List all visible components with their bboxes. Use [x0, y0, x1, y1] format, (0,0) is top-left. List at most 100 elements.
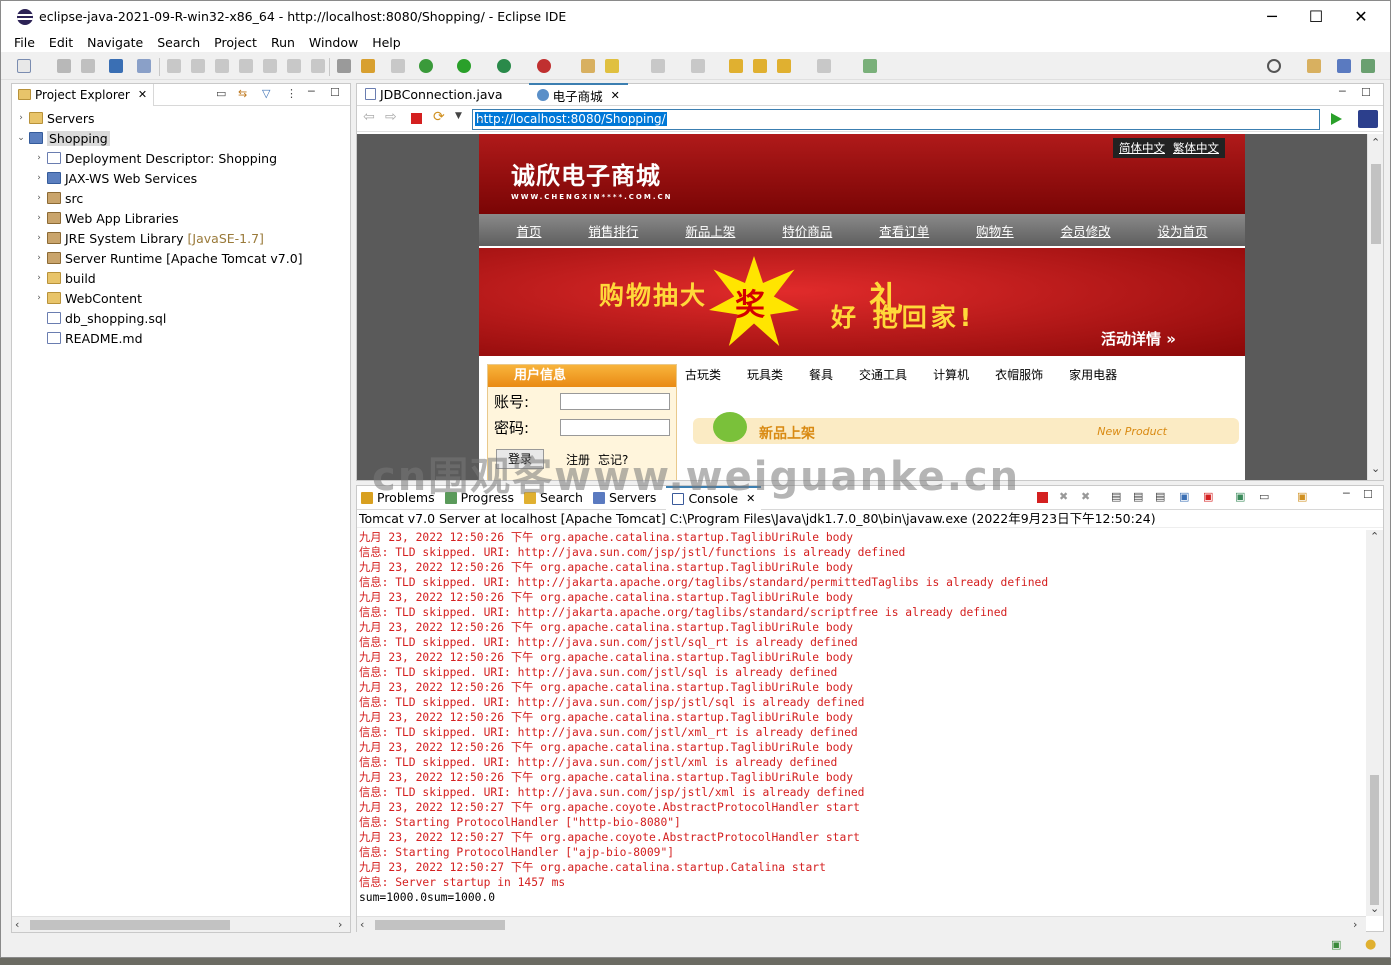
menu-run[interactable]: Run [264, 35, 302, 50]
category-computer[interactable]: 计算机 [933, 366, 969, 383]
tree-item[interactable]: › JRE System Library [JavaSE-1.7] [12, 228, 350, 248]
menu-edit[interactable]: Edit [42, 35, 80, 50]
minimize-view-icon[interactable]: ─ [1343, 487, 1350, 500]
tree-item[interactable]: › build [12, 268, 350, 288]
tree-item[interactable]: › Deployment Descriptor: Shopping [12, 148, 350, 168]
tab-problems[interactable]: Problems [361, 490, 435, 505]
open-type-icon[interactable] [581, 59, 595, 73]
step-into-icon[interactable] [263, 59, 277, 73]
console-vertical-scrollbar[interactable]: ⌃ ⌄ [1366, 530, 1383, 916]
scroll-lock-icon[interactable]: ▤ [1133, 490, 1143, 503]
nav-ranking[interactable]: 销售排行 [588, 221, 638, 240]
url-input[interactable]: http://localhost:8080/Shopping/ ⌄ [472, 109, 1320, 130]
browser-vertical-scrollbar[interactable]: ⌃ ⌄ [1367, 134, 1383, 480]
java-perspective-icon[interactable] [1337, 59, 1351, 73]
account-input[interactable] [560, 393, 670, 410]
category-antique[interactable]: 古玩类 [685, 366, 721, 383]
filter-icon[interactable]: ▽ [262, 87, 270, 100]
tab-jdbconnection[interactable]: JDBConnection.java [357, 83, 511, 105]
tree-item[interactable]: › Servers [12, 108, 350, 128]
menu-search[interactable]: Search [150, 35, 207, 50]
pen-icon[interactable] [391, 59, 405, 73]
stop-icon[interactable] [411, 113, 422, 124]
open-console-icon[interactable]: ▣ [1297, 490, 1307, 503]
word-wrap-icon[interactable]: ▤ [1155, 490, 1165, 503]
forward-disabled-icon[interactable] [817, 59, 831, 73]
minimize-view-icon[interactable]: ─ [308, 85, 315, 98]
forward-icon[interactable] [777, 59, 791, 73]
expand-arrow-icon[interactable]: › [34, 233, 44, 243]
project-explorer-tab[interactable]: Project Explorer ✕ [12, 83, 155, 106]
collapse-all-icon[interactable]: ▭ [216, 87, 226, 100]
resume-icon[interactable] [167, 59, 181, 73]
step-over-icon[interactable] [287, 59, 301, 73]
close-icon[interactable]: ✕ [611, 89, 620, 102]
tree-item[interactable]: › src [12, 188, 350, 208]
clear-console-icon[interactable]: ▤ [1111, 490, 1121, 503]
prev-annotation-icon[interactable] [691, 59, 705, 73]
next-annotation-icon[interactable] [651, 59, 665, 73]
view-menu-icon[interactable]: ⋮ [286, 87, 297, 100]
maximize-view-icon[interactable]: ☐ [1363, 488, 1373, 501]
register-link[interactable]: 注册 [566, 451, 590, 468]
expand-arrow-icon[interactable]: › [34, 253, 44, 263]
close-icon[interactable]: ✕ [138, 88, 147, 101]
category-tableware[interactable]: 餐具 [809, 366, 833, 383]
tip-lightbulb-icon[interactable]: ● [1365, 937, 1376, 952]
external-tools-icon[interactable] [537, 59, 551, 73]
nav-special[interactable]: 特价商品 [782, 221, 832, 240]
display-console-icon[interactable]: ▭ [1259, 490, 1269, 503]
promo-banner[interactable]: 购物抽大 奖 好 抱回家! 礼 活动详情 » [479, 248, 1245, 356]
tree-item[interactable]: README.md [12, 328, 350, 348]
new-icon[interactable] [17, 59, 31, 73]
maximize-button[interactable]: ☐ [1293, 1, 1339, 32]
password-input[interactable] [560, 419, 670, 436]
show-stderr-icon[interactable]: ▣ [1203, 490, 1213, 503]
lang-simplified-link[interactable]: 简体中文 [1119, 140, 1165, 156]
back-icon[interactable] [753, 59, 767, 73]
tree-item[interactable]: › Server Runtime [Apache Tomcat v7.0] [12, 248, 350, 268]
category-toys[interactable]: 玩具类 [747, 366, 783, 383]
menu-project[interactable]: Project [207, 35, 264, 50]
minimize-button[interactable]: ─ [1249, 1, 1295, 32]
use-step-filters-icon[interactable] [361, 59, 375, 73]
minimize-view-icon[interactable]: ─ [1339, 85, 1346, 98]
menu-navigate[interactable]: Navigate [80, 35, 150, 50]
login-button[interactable]: 登录 [496, 449, 544, 469]
tree-item[interactable]: ⌄ Shopping [12, 128, 350, 148]
nav-member[interactable]: 会员修改 [1061, 221, 1111, 240]
tab-browser[interactable]: 电子商城 ✕ [528, 83, 628, 105]
nav-home[interactable]: 首页 [516, 221, 541, 240]
remove-launch-icon[interactable]: ✖ [1059, 490, 1068, 503]
remove-all-icon[interactable]: ✖ [1081, 490, 1090, 503]
lang-traditional-link[interactable]: 繁体中文 [1173, 140, 1219, 156]
tree-item[interactable]: › JAX-WS Web Services [12, 168, 350, 188]
expand-arrow-icon[interactable]: › [34, 153, 44, 163]
terminate-icon[interactable] [215, 59, 229, 73]
show-stdout-icon[interactable]: ▣ [1179, 490, 1189, 503]
menu-file[interactable]: File [7, 35, 42, 50]
open-perspective-icon[interactable] [1307, 59, 1321, 73]
expand-arrow-icon[interactable]: › [34, 173, 44, 183]
promo-details-link[interactable]: 活动详情 » [1101, 328, 1176, 349]
debug-icon[interactable] [419, 59, 433, 73]
nav-set-home[interactable]: 设为首页 [1158, 221, 1208, 240]
url-dropdown-icon[interactable]: ⌄ [475, 113, 1315, 124]
coverage-icon[interactable] [497, 59, 511, 73]
close-icon[interactable]: ✕ [746, 492, 755, 505]
maximize-view-icon[interactable]: ☐ [1361, 86, 1371, 99]
disconnect-icon[interactable] [239, 59, 253, 73]
expand-arrow-icon[interactable]: › [34, 213, 44, 223]
nav-cart[interactable]: 购物车 [976, 221, 1014, 240]
category-transport[interactable]: 交通工具 [859, 366, 907, 383]
scroll-thumb[interactable] [1371, 164, 1381, 244]
forward-arrow-icon[interactable]: ⇨ [385, 109, 397, 125]
eclipse-browser-icon[interactable] [1358, 110, 1378, 128]
open-task-icon[interactable] [605, 59, 619, 73]
scroll-thumb[interactable] [375, 920, 505, 930]
step-return-icon[interactable] [311, 59, 325, 73]
category-clothing[interactable]: 衣帽服饰 [995, 366, 1043, 383]
tab-progress[interactable]: Progress [444, 490, 514, 505]
expand-arrow-icon[interactable]: ⌄ [16, 133, 26, 143]
menu-window[interactable]: Window [302, 35, 365, 50]
